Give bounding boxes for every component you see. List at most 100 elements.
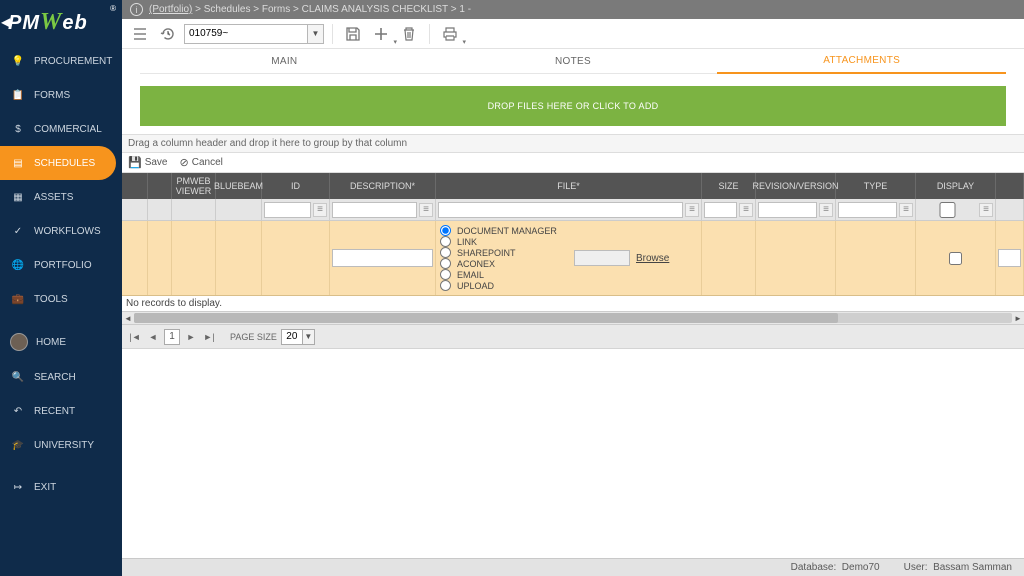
filter-size[interactable] bbox=[704, 202, 737, 218]
page-size-input[interactable] bbox=[282, 330, 302, 344]
pager-last[interactable]: ►| bbox=[202, 330, 216, 344]
status-database: Demo70 bbox=[842, 562, 880, 573]
filter-type[interactable] bbox=[838, 202, 897, 218]
browse-link[interactable]: Browse bbox=[636, 253, 669, 264]
col-display[interactable]: DISPLAY bbox=[916, 173, 996, 199]
tab-notes[interactable]: NOTES bbox=[429, 49, 718, 74]
grid-actions: 💾Save ⊘Cancel bbox=[122, 153, 1024, 173]
sidebar-item-exit[interactable]: ↦EXIT bbox=[0, 470, 122, 504]
info-icon[interactable]: i bbox=[130, 3, 143, 16]
sidebar-item-procurement[interactable]: 💡PROCUREMENT bbox=[0, 44, 122, 78]
sidebar-item-forms[interactable]: 📋FORMS bbox=[0, 78, 122, 112]
filter-revision[interactable] bbox=[758, 202, 817, 218]
tabs: MAIN NOTES ATTACHMENTS bbox=[122, 49, 1024, 74]
record-dropdown[interactable]: ▼ bbox=[184, 24, 324, 44]
tab-attachments[interactable]: ATTACHMENTS bbox=[717, 49, 1006, 74]
filter-row: ≡ ≡ ≡ ≡ ≡ ≡ ≡ bbox=[122, 199, 1024, 221]
sidebar-item-home[interactable]: HOME bbox=[0, 324, 122, 360]
col-size[interactable]: SIZE bbox=[702, 173, 756, 199]
sidebar-item-tools[interactable]: 💼TOOLS bbox=[0, 282, 122, 316]
filter-icon[interactable]: ≡ bbox=[313, 203, 327, 217]
pager: |◄ ◄ 1 ► ►| PAGE SIZE ▼ bbox=[122, 325, 1024, 349]
tab-main[interactable]: MAIN bbox=[140, 49, 429, 74]
radio-document-manager[interactable]: DOCUMENT MANAGER bbox=[440, 225, 568, 236]
col-bluebeam[interactable]: BLUEBEAM bbox=[216, 173, 262, 199]
filter-icon[interactable]: ≡ bbox=[685, 203, 699, 217]
radio-upload[interactable]: UPLOAD bbox=[440, 280, 568, 291]
col-description[interactable]: DESCRIPTION* bbox=[330, 173, 436, 199]
sidebar-item-search[interactable]: 🔍SEARCH bbox=[0, 360, 122, 394]
edit-row: DOCUMENT MANAGER LINK SHAREPOINT ACONEX … bbox=[122, 221, 1024, 296]
group-by-bar[interactable]: Drag a column header and drop it here to… bbox=[122, 134, 1024, 153]
pager-first[interactable]: |◄ bbox=[128, 330, 142, 344]
radio-link[interactable]: LINK bbox=[440, 236, 568, 247]
pager-next[interactable]: ► bbox=[184, 330, 198, 344]
filter-description[interactable] bbox=[332, 202, 417, 218]
edit-display[interactable] bbox=[949, 252, 962, 265]
breadcrumb-record: 1 - bbox=[459, 4, 471, 15]
sidebar-item-schedules[interactable]: ▤SCHEDULES bbox=[0, 146, 116, 180]
radio-aconex[interactable]: ACONEX bbox=[440, 258, 568, 269]
file-path-box bbox=[574, 250, 630, 266]
chevron-down-icon[interactable]: ▼ bbox=[307, 25, 323, 43]
cancel-button[interactable]: ⊘Cancel bbox=[180, 156, 223, 169]
graduation-cap-icon: 🎓 bbox=[10, 437, 26, 453]
scroll-right-icon[interactable]: ► bbox=[1012, 312, 1024, 324]
pager-prev[interactable]: ◄ bbox=[146, 330, 160, 344]
breadcrumb: i (Portfolio) > Schedules > Forms > CLAI… bbox=[122, 0, 1024, 19]
col-revision[interactable]: REVISION/VERSION bbox=[756, 173, 836, 199]
radio-sharepoint[interactable]: SHAREPOINT bbox=[440, 247, 568, 258]
sidebar-item-workflows[interactable]: ✓WORKFLOWS bbox=[0, 214, 122, 248]
col-id[interactable]: ID bbox=[262, 173, 330, 199]
col-file[interactable]: FILE* bbox=[436, 173, 702, 199]
sidebar-item-commercial[interactable]: $COMMERCIAL bbox=[0, 112, 122, 146]
check-icon: ✓ bbox=[10, 223, 26, 239]
delete-icon[interactable] bbox=[397, 22, 421, 46]
filter-id[interactable] bbox=[264, 202, 311, 218]
record-id-input[interactable] bbox=[185, 25, 307, 43]
col-pmweb-viewer[interactable]: PMWEB VIEWER bbox=[172, 173, 216, 199]
file-dropzone[interactable]: DROP FILES HERE OR CLICK TO ADD bbox=[140, 86, 1006, 126]
sidebar-item-assets[interactable]: ▦ASSETS bbox=[0, 180, 122, 214]
horizontal-scrollbar[interactable]: ◄ ► bbox=[122, 311, 1024, 325]
avatar-icon bbox=[10, 333, 28, 351]
page-size-dropdown[interactable]: ▼ bbox=[281, 329, 315, 345]
main-toolbar: ▼ ▾ ▾ bbox=[122, 19, 1024, 49]
filter-display[interactable] bbox=[918, 202, 977, 218]
filter-icon[interactable]: ≡ bbox=[419, 203, 433, 217]
no-records-label: No records to display. bbox=[122, 296, 1024, 311]
col-type[interactable]: TYPE bbox=[836, 173, 916, 199]
cancel-small-icon: ⊘ bbox=[180, 156, 189, 169]
status-bar: Database: Demo70 User: Bassam Samman bbox=[122, 558, 1024, 576]
add-icon[interactable]: ▾ bbox=[369, 22, 393, 46]
sidebar-item-university[interactable]: 🎓UNIVERSITY bbox=[0, 428, 122, 462]
clipboard-icon: 📋 bbox=[10, 87, 26, 103]
edit-tail[interactable] bbox=[998, 249, 1021, 267]
save-button[interactable]: 💾Save bbox=[128, 156, 168, 169]
globe-icon: 🌐 bbox=[10, 257, 26, 273]
print-icon[interactable]: ▾ bbox=[438, 22, 462, 46]
history-icon[interactable] bbox=[156, 22, 180, 46]
scroll-left-icon[interactable]: ◄ bbox=[122, 312, 134, 324]
sidebar-item-recent[interactable]: ↶RECENT bbox=[0, 394, 122, 428]
radio-email[interactable]: EMAIL bbox=[440, 269, 568, 280]
filter-icon[interactable]: ≡ bbox=[979, 203, 993, 217]
collapse-sidebar-icon[interactable]: ◀ bbox=[0, 15, 10, 29]
filter-file[interactable] bbox=[438, 202, 683, 218]
pager-page[interactable]: 1 bbox=[164, 329, 180, 345]
history-icon: ↶ bbox=[10, 403, 26, 419]
sidebar-item-portfolio[interactable]: 🌐PORTFOLIO bbox=[0, 248, 122, 282]
filter-icon[interactable]: ≡ bbox=[899, 203, 913, 217]
breadcrumb-portfolio[interactable]: (Portfolio) bbox=[149, 4, 192, 15]
list-icon[interactable] bbox=[128, 22, 152, 46]
breadcrumb-schedules[interactable]: Schedules bbox=[204, 4, 251, 15]
filter-icon[interactable]: ≡ bbox=[739, 203, 753, 217]
filter-icon[interactable]: ≡ bbox=[819, 203, 833, 217]
main: i (Portfolio) > Schedules > Forms > CLAI… bbox=[122, 0, 1024, 576]
dollar-icon: $ bbox=[10, 121, 26, 137]
schedules-icon: ▤ bbox=[10, 155, 26, 171]
chevron-down-icon[interactable]: ▼ bbox=[302, 330, 314, 344]
edit-description[interactable] bbox=[332, 249, 433, 267]
breadcrumb-forms[interactable]: Forms bbox=[262, 4, 290, 15]
save-icon[interactable] bbox=[341, 22, 365, 46]
